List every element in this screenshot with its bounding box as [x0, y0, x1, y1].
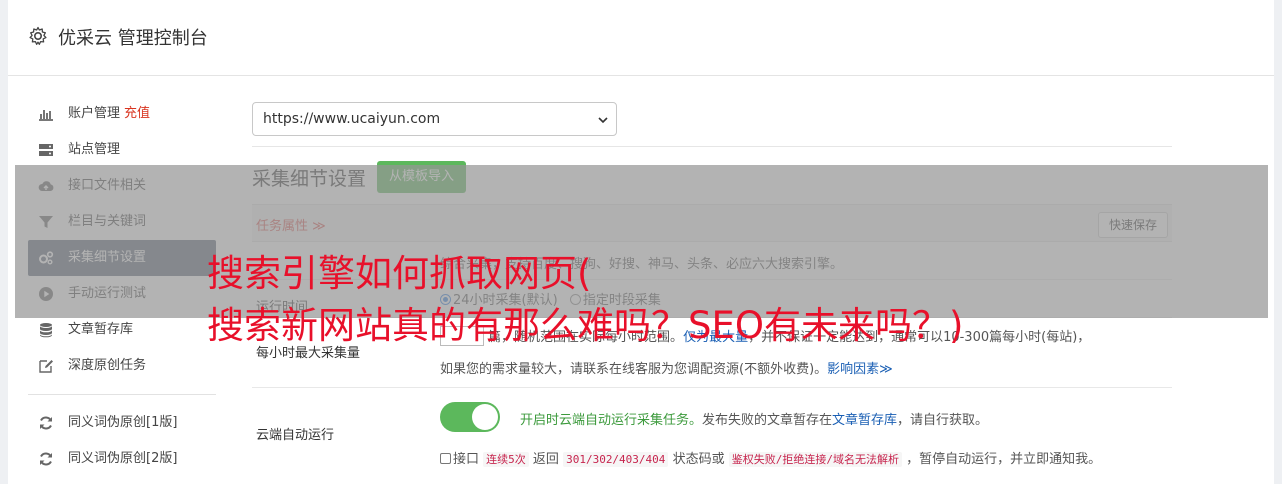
contact-text: 如果您的需求量较大，请联系在线客服为您调配资源(不额外收费)。	[440, 362, 828, 377]
sidebar-item-account[interactable]: 账户管理 充值	[28, 96, 216, 132]
sidebar-item-label: 栏目与关键词	[68, 214, 147, 229]
page-title: 优采云 管理控制台	[58, 28, 208, 49]
headline-overlay: 搜索引擎如何抓取网页( 搜索新网站真的有那么难吗？SEO有未来吗？)	[207, 248, 963, 352]
import-template-button[interactable]: 从模板导入	[377, 161, 467, 193]
sidebar-item-sites[interactable]: 站点管理	[28, 132, 216, 168]
sidebar-item-collect-settings[interactable]: 采集细节设置	[28, 240, 216, 276]
cloud-run-desc: 开启时云端自动运行采集任务。发布失败的文章暂存在文章暂存库，请自行获取。	[520, 409, 988, 428]
gears-icon	[39, 251, 54, 265]
max-collect-line2: 如果您的需求量较大，请联系在线客服为您调配资源(不额外收费)。影响因素≫	[440, 358, 893, 377]
code-status: 301/302/403/404	[563, 452, 669, 467]
sidebar-item-label: 同义词伪原创[2版]	[68, 451, 178, 466]
recharge-link[interactable]: 充值	[124, 106, 150, 121]
bar-chart-icon	[39, 110, 53, 121]
sidebar-item-synonym-v2[interactable]: 同义词伪原创[2版]	[28, 441, 216, 477]
sidebar-item-synonym-v1[interactable]: 同义词伪原创[1版]	[28, 405, 216, 441]
fetch-self-text: ，请自行获取。	[897, 413, 989, 428]
refresh-icon	[40, 452, 52, 466]
filter-icon	[39, 216, 53, 228]
site-select-value: https://www.ucaiyun.com	[263, 111, 441, 127]
edit-icon	[39, 360, 53, 373]
sidebar-item-columns-keywords[interactable]: 栏目与关键词	[28, 204, 216, 240]
top-header: 优采云 管理控制台	[8, 0, 1274, 76]
chevron-down-icon	[598, 117, 608, 124]
influence-factors-link[interactable]: 影响因素≫	[827, 362, 893, 377]
site-select[interactable]: https://www.ucaiyun.com	[252, 102, 617, 136]
sidebar-item-label: 接口文件相关	[68, 178, 147, 193]
gear-icon	[29, 26, 47, 45]
sidebar-item-article-store[interactable]: 文章暂存库	[28, 312, 216, 348]
sidebar-divider	[28, 394, 216, 395]
cloud-upload-icon	[38, 181, 54, 191]
interface-text: 接口	[453, 452, 480, 467]
code-consecutive: 连续5次	[483, 452, 529, 467]
pause-checkbox[interactable]	[440, 453, 451, 464]
toggle-knob	[472, 404, 498, 430]
pause-option: 接口 连续5次 返回 301/302/403/404 状态码或 鉴权失败/拒绝连…	[440, 448, 1101, 467]
sidebar-item-label: 深度原创任务	[68, 358, 147, 373]
section-title: 采集细节设置	[252, 168, 367, 190]
sidebar-item-label: 文章暂存库	[68, 322, 134, 337]
table-header: 任务属性 ≫ 快速保存	[252, 204, 1172, 242]
divider	[252, 146, 1172, 147]
sidebar: 账户管理 充值 站点管理 接口文件相关 栏目与关键词 采集细节设置 手动运行测试 …	[28, 96, 216, 477]
refresh-icon	[40, 416, 52, 430]
status-or-text: 状态码或	[672, 452, 725, 467]
publish-fail-text: 发布失败的文章暂存在	[702, 413, 833, 428]
sidebar-item-deep-original[interactable]: 深度原创任务	[28, 348, 216, 384]
sidebar-item-label: 采集细节设置	[68, 250, 147, 265]
headline-line2: 搜索新网站真的有那么难吗？SEO有未来吗？)	[207, 304, 964, 347]
return-text: 返回	[532, 452, 559, 467]
tab-task-properties[interactable]: 任务属性 ≫	[256, 215, 326, 234]
play-circle-icon	[39, 287, 53, 301]
cloud-run-on-text: 开启时云端自动运行采集任务。	[520, 413, 703, 428]
sidebar-item-label: 手动运行测试	[68, 286, 147, 301]
cloud-run-toggle[interactable]	[440, 402, 500, 432]
sidebar-item-interface-files[interactable]: 接口文件相关	[28, 168, 216, 204]
database-icon	[40, 323, 52, 338]
quick-save-button[interactable]: 快速保存	[1097, 212, 1168, 238]
sidebar-item-label: 同义词伪原创[1版]	[68, 415, 178, 430]
sidebar-item-manual-run[interactable]: 手动运行测试	[28, 276, 216, 312]
table-row-cloud-run: 云端自动运行 开启时云端自动运行采集任务。发布失败的文章暂存在文章暂存库，请自行…	[252, 388, 1172, 476]
sidebar-item-label: 账户管理	[68, 106, 121, 121]
server-icon	[39, 144, 53, 156]
sidebar-item-label: 站点管理	[68, 142, 121, 157]
headline-line1: 搜索引擎如何抓取网页(	[207, 252, 592, 295]
code-errors: 鉴权失败/拒绝连接/域名无法解析	[728, 452, 902, 467]
cloud-run-label: 云端自动运行	[256, 428, 335, 443]
article-store-link[interactable]: 文章暂存库	[832, 413, 897, 428]
pause-notify-text: ，暂停自动运行，并立即通知我。	[906, 452, 1102, 467]
